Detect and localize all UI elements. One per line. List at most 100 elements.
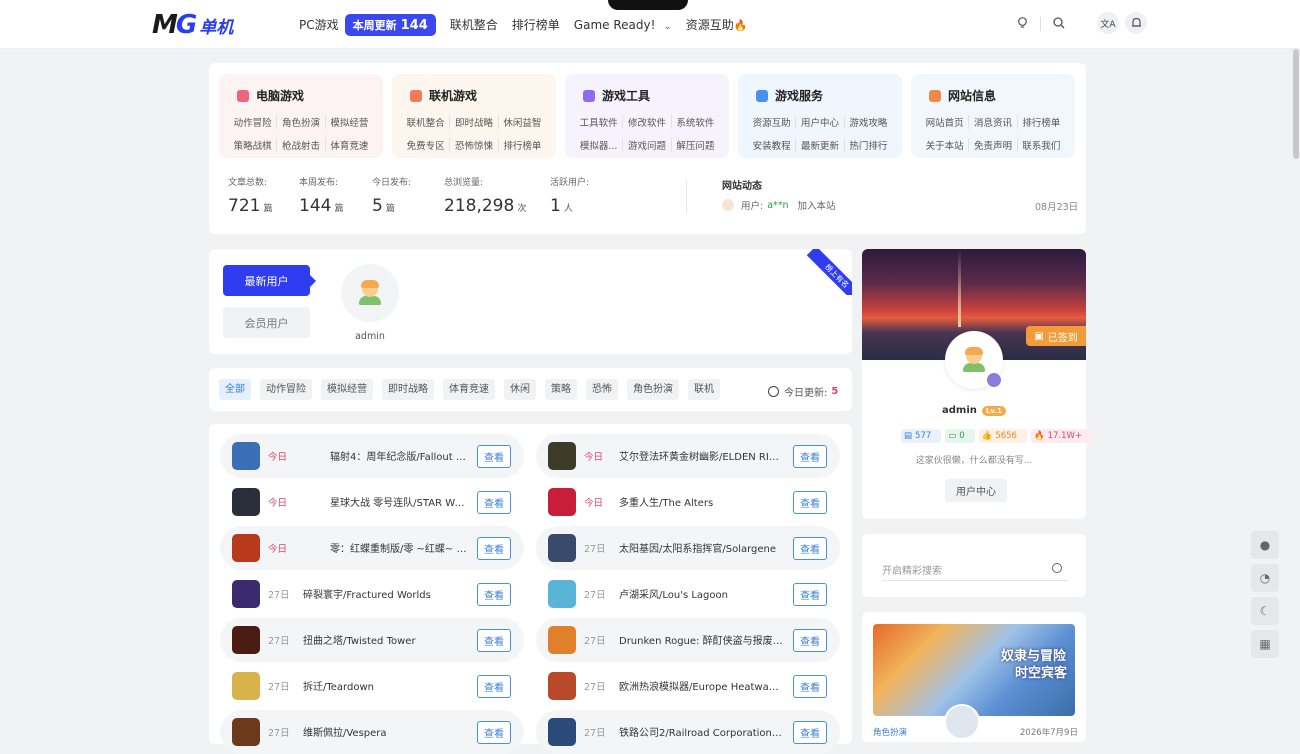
game-list-item[interactable]: 27日 拆迁/Teardown 查看 — [220, 664, 524, 708]
checked-in-badge[interactable]: ▣ 已签到 — [1026, 326, 1086, 346]
category-link[interactable]: 工具软件 — [575, 115, 624, 129]
qq-icon[interactable]: ● — [1251, 531, 1279, 559]
game-title[interactable]: Drunken Rogue: 醉酊侠盗与报废吸... — [619, 632, 783, 647]
game-title[interactable]: 零：红蝶重制版/零 ~红蝶~ 重制版... — [330, 540, 467, 555]
category-link[interactable]: 角色扮演 — [277, 115, 326, 129]
nav-online-bundle[interactable]: 联机整合 — [450, 16, 498, 33]
game-thumbnail[interactable] — [232, 534, 260, 562]
category-link[interactable]: 排行榜单 — [499, 138, 546, 152]
game-title[interactable]: 扭曲之塔/Twisted Tower — [303, 632, 467, 647]
game-title[interactable]: 太阳基因/太阳系指挥官/Solargene — [619, 540, 783, 555]
game-list-item[interactable]: 27日 扭曲之塔/Twisted Tower 查看 — [220, 618, 524, 662]
view-button[interactable]: 查看 — [477, 583, 511, 606]
game-list-item[interactable]: 今日 星球大战 零号连队/STAR WARS Zer... 查看 — [220, 480, 524, 524]
profile-avatar[interactable] — [945, 331, 1003, 389]
category-link[interactable]: 最新更新 — [796, 138, 845, 152]
category-title[interactable]: 联机游戏 — [410, 87, 546, 104]
game-title[interactable]: 星球大战 零号连队/STAR WARS Zer... — [330, 494, 467, 509]
nav-pc-games[interactable]: PC游戏 — [299, 16, 339, 33]
author-avatar[interactable] — [944, 704, 980, 740]
filter-tab[interactable]: 休闲 — [504, 379, 536, 400]
filter-tab[interactable]: 策略 — [545, 379, 577, 400]
game-thumbnail[interactable] — [548, 534, 576, 562]
weekly-update-badge[interactable]: 本周更新 144 — [344, 13, 436, 36]
game-list-item[interactable]: 今日 多重人生/The Alters 查看 — [536, 480, 840, 524]
filter-tab[interactable]: 体育竞速 — [443, 379, 495, 400]
category-title[interactable]: 游戏服务 — [756, 87, 892, 104]
game-thumbnail[interactable] — [232, 672, 260, 700]
bell-icon[interactable] — [1125, 12, 1147, 34]
game-list-item[interactable]: 今日 艾尔登法环黄金树幽影/ELDEN RING... 查看 — [536, 434, 840, 478]
featured-banner-image[interactable]: 奴隶与冒险 时空宾客 — [873, 624, 1075, 716]
view-button[interactable]: 查看 — [477, 675, 511, 698]
category-link[interactable]: 热门排行 — [845, 138, 892, 152]
category-link[interactable]: 消息资讯 — [969, 115, 1018, 129]
game-title[interactable]: 辐射4：周年纪念版/Fallout 4 – Ann... — [330, 448, 467, 463]
tab-vip-users[interactable]: 会员用户 — [223, 307, 310, 338]
user-center-button[interactable]: 用户中心 — [945, 479, 1007, 502]
moon-icon[interactable]: ☾ — [1251, 597, 1279, 625]
category-link[interactable]: 休闲益智 — [499, 115, 546, 129]
category-link[interactable]: 用户中心 — [796, 115, 845, 129]
game-thumbnail[interactable] — [548, 672, 576, 700]
category-link[interactable]: 游戏问题 — [623, 138, 672, 152]
category-link[interactable]: 体育竞速 — [326, 138, 373, 152]
game-list-item[interactable]: 27日 碎裂寰宇/Fractured Worlds 查看 — [220, 572, 524, 616]
filter-tab[interactable]: 角色扮演 — [627, 379, 679, 400]
view-button[interactable]: 查看 — [477, 491, 511, 514]
filter-tab[interactable]: 全部 — [219, 379, 251, 400]
game-list-item[interactable]: 27日 Drunken Rogue: 醉酊侠盗与报废吸... 查看 — [536, 618, 840, 662]
filter-tab[interactable]: 动作冒险 — [260, 379, 312, 400]
category-link[interactable]: 动作冒险 — [229, 115, 278, 129]
category-link[interactable]: 恐怖惊悚 — [450, 138, 499, 152]
nav-resource-help[interactable]: 资源互助🔥 — [686, 16, 748, 33]
category-link[interactable]: 模拟经营 — [326, 115, 373, 129]
page-scrollbar[interactable] — [1292, 49, 1300, 733]
game-thumbnail[interactable] — [548, 626, 576, 654]
category-link[interactable]: 关于本站 — [921, 138, 970, 152]
site-logo[interactable]: MG 单机 — [152, 10, 233, 40]
game-thumbnail[interactable] — [548, 488, 576, 516]
game-list-item[interactable]: 27日 卢湖采风/Lou's Lagoon 查看 — [536, 572, 840, 616]
category-link[interactable]: 游戏攻略 — [845, 115, 892, 129]
nav-ranking[interactable]: 排行榜单 — [512, 16, 560, 33]
lightbulb-icon[interactable] — [1011, 12, 1033, 34]
game-list-item[interactable]: 今日 辐射4：周年纪念版/Fallout 4 – Ann... 查看 — [220, 434, 524, 478]
category-title[interactable]: 电脑游戏 — [237, 87, 373, 104]
category-link[interactable]: 安装教程 — [748, 138, 797, 152]
translate-icon[interactable]: 文A — [1097, 12, 1119, 34]
category-link[interactable]: 免责声明 — [969, 138, 1018, 152]
view-button[interactable]: 查看 — [793, 491, 827, 514]
game-thumbnail[interactable] — [548, 580, 576, 608]
view-button[interactable]: 查看 — [477, 445, 511, 468]
filter-tab[interactable]: 恐怖 — [586, 379, 618, 400]
nav-game-ready[interactable]: Game Ready! ⌄ — [574, 18, 672, 32]
category-link[interactable]: 修改软件 — [623, 115, 672, 129]
game-thumbnail[interactable] — [232, 626, 260, 654]
category-link[interactable]: 系统软件 — [672, 115, 719, 129]
game-title[interactable]: 艾尔登法环黄金树幽影/ELDEN RING... — [619, 448, 783, 463]
game-title[interactable]: 碎裂寰宇/Fractured Worlds — [303, 586, 467, 601]
game-title[interactable]: 铁路公司2/Railroad Corporation 2... — [619, 724, 783, 739]
category-link[interactable]: 资源互助 — [748, 115, 797, 129]
game-title[interactable]: 拆迁/Teardown — [303, 678, 467, 693]
user-name[interactable]: admin — [341, 331, 399, 342]
game-list-item[interactable]: 27日 维斯佩拉/Vespera 查看 — [220, 710, 524, 754]
category-title[interactable]: 游戏工具 — [583, 87, 719, 104]
game-thumbnail[interactable] — [232, 488, 260, 516]
category-link[interactable]: 策略战棋 — [229, 138, 278, 152]
filter-tab[interactable]: 联机 — [688, 379, 720, 400]
search-input[interactable]: 开启精彩搜索 — [882, 558, 1068, 581]
filter-tab[interactable]: 模拟经营 — [321, 379, 373, 400]
featured-tag[interactable]: 角色扮演 — [873, 726, 907, 738]
category-link[interactable]: 解压问题 — [672, 138, 719, 152]
view-button[interactable]: 查看 — [793, 537, 827, 560]
game-thumbnail[interactable] — [548, 442, 576, 470]
scrollbar-thumb[interactable] — [1293, 49, 1299, 159]
game-title[interactable]: 卢湖采风/Lou's Lagoon — [619, 586, 783, 601]
activity-username[interactable]: a**n — [767, 200, 788, 211]
game-list-item[interactable]: 今日 零：红蝶重制版/零 ~红蝶~ 重制版... 查看 — [220, 526, 524, 570]
game-title[interactable]: 多重人生/The Alters — [619, 494, 783, 509]
filter-tab[interactable]: 即时战略 — [382, 379, 434, 400]
category-link[interactable]: 排行榜单 — [1018, 115, 1065, 129]
